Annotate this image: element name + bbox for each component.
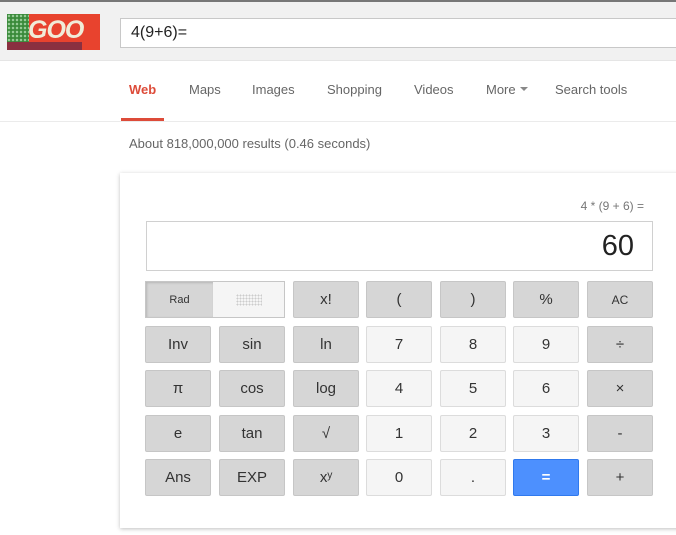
tab-images[interactable]: Images [252,82,295,97]
calculator: 4 * (9 + 6) = 60 Rad x!()% AC Inv sin ln 7 8 9 ÷… [120,173,676,528]
key-7[interactable]: 7 [366,326,432,363]
header: GOO 4(9+6)= [0,0,676,61]
key-8[interactable]: 8 [440,326,506,363]
key-6[interactable]: 6 [513,370,579,407]
key--[interactable]: - [587,415,653,452]
key-+[interactable]: + [587,459,653,496]
key-0[interactable]: 0 [366,459,432,496]
key-9[interactable]: 9 [513,326,579,363]
deg-button[interactable] [213,282,284,317]
tab-more[interactable]: More [486,82,528,97]
search-tabs: Web Maps Images Shopping Videos More Sea… [0,61,676,122]
caret-down-icon [519,87,528,95]
key-Ans[interactable]: Ans [145,459,211,496]
key-3[interactable]: 3 [513,415,579,452]
key-ln[interactable]: ln [293,326,359,363]
rad-button[interactable]: Rad [146,282,213,317]
search-input[interactable]: 4(9+6)= [120,18,676,48]
key-xʸ[interactable]: xʸ [293,459,359,496]
tab-videos[interactable]: Videos [414,82,454,97]
key-sin[interactable]: sin [219,326,285,363]
tab-web[interactable]: Web [129,82,156,97]
key-×[interactable]: × [587,370,653,407]
tab-maps[interactable]: Maps [189,82,221,97]
key-e[interactable]: e [145,415,211,452]
tab-more-label: More [486,82,516,97]
calculator-expression: 4 * (9 + 6) = [580,199,644,213]
key-.[interactable]: . [440,459,506,496]
key-AC[interactable]: AC [587,281,653,318]
key-EXP[interactable]: EXP [219,459,285,496]
tab-search-tools[interactable]: Search tools [555,82,627,97]
key-cos[interactable]: cos [219,370,285,407]
active-tab-indicator [121,118,164,121]
obscured-label [235,293,262,306]
key-Inv[interactable]: Inv [145,326,211,363]
key-√[interactable]: √ [293,415,359,452]
key-2[interactable]: 2 [440,415,506,452]
key-%[interactable]: % [513,281,579,318]
key-tan[interactable]: tan [219,415,285,452]
google-logo[interactable]: GOO [7,14,100,50]
key-([interactable]: ( [366,281,432,318]
result-stats: About 818,000,000 results (0.46 seconds) [129,136,371,151]
key-÷[interactable]: ÷ [587,326,653,363]
key-1[interactable]: 1 [366,415,432,452]
angle-mode-toggle: Rad [145,281,285,318]
key-log[interactable]: log [293,370,359,407]
key-)[interactable]: ) [440,281,506,318]
key-π[interactable]: π [145,370,211,407]
tab-shopping[interactable]: Shopping [327,82,382,97]
key-4[interactable]: 4 [366,370,432,407]
key-=[interactable]: = [513,459,579,496]
key-x![interactable]: x! [293,281,359,318]
key-5[interactable]: 5 [440,370,506,407]
calculator-display: 60 [146,221,653,271]
